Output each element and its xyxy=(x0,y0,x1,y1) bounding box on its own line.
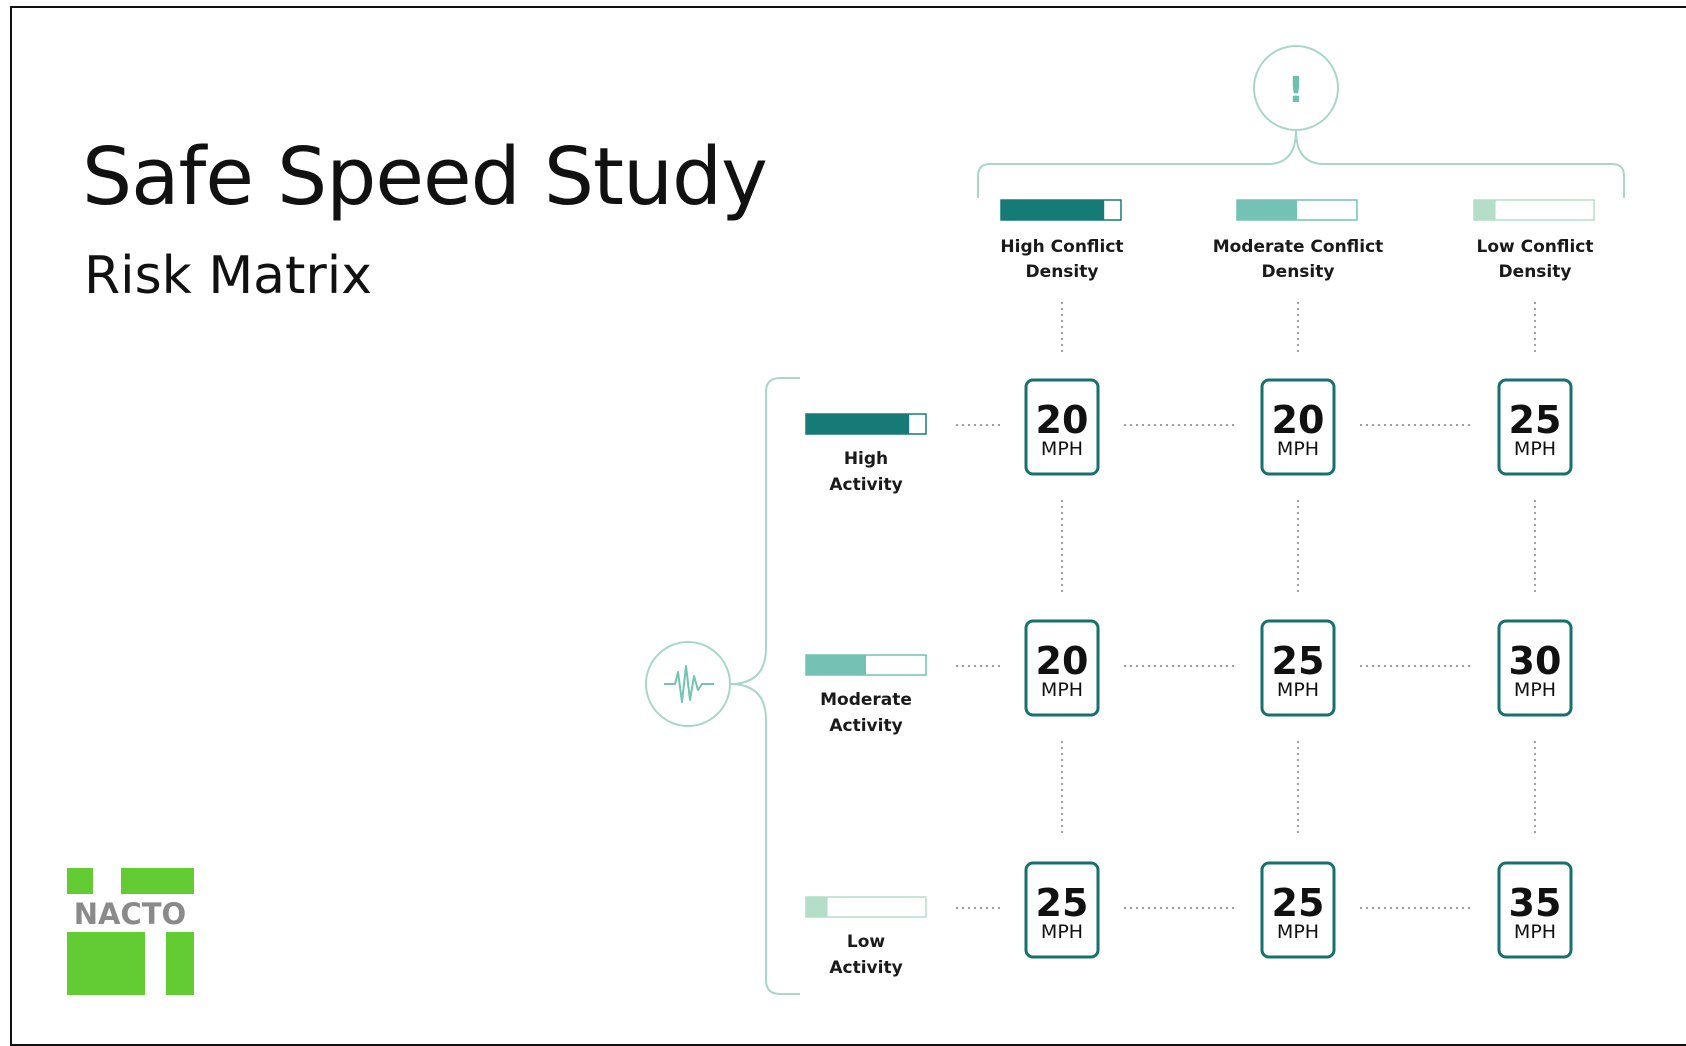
top-bracket-left xyxy=(977,129,1297,198)
speed-unit: MPH xyxy=(1041,679,1083,701)
nacto-logo: NACTO xyxy=(67,868,194,995)
activity-level-bar-fill xyxy=(806,897,828,917)
column-headers: High Conflict Density Moderate Conflict Den… xyxy=(1000,199,1595,282)
speed-limit-sign: 20MPH xyxy=(1260,378,1336,476)
speed-limit-sign: 25MPH xyxy=(1497,378,1573,476)
speed-limit-sign: 25MPH xyxy=(1260,861,1336,959)
logo-block xyxy=(166,932,194,995)
conflict-level-bar-fill xyxy=(1237,200,1297,220)
exclamation-icon: ! xyxy=(1253,45,1339,131)
speed-unit: MPH xyxy=(1514,921,1556,943)
speed-value: 20 xyxy=(1272,398,1325,442)
speed-limit-sign: 35MPH xyxy=(1497,861,1573,959)
column-label-line2: Density xyxy=(1499,262,1572,282)
column-label-line2: Density xyxy=(1026,262,1099,282)
row-label-line2: Activity xyxy=(829,958,902,978)
row-label-line2: Activity xyxy=(829,716,902,736)
activity-level-bar-fill xyxy=(806,414,910,434)
row-label-line2: Activity xyxy=(829,475,902,495)
row-headers: High Activity Moderate Activity Low Activity xyxy=(805,413,927,978)
connector-lines xyxy=(729,129,1625,995)
logo-wordmark: NACTO xyxy=(74,897,186,931)
risk-matrix-diagram: ! High Conflict Density Moderate Conflict D… xyxy=(67,45,1625,995)
speed-value: 35 xyxy=(1509,881,1562,925)
conflict-level-bar-fill xyxy=(1474,200,1496,220)
activity-wave-icon xyxy=(645,641,731,727)
logo-block xyxy=(121,868,194,894)
left-bracket-top xyxy=(729,377,800,685)
speed-unit: MPH xyxy=(1041,921,1083,943)
speed-limit-sign: 20MPH xyxy=(1024,619,1100,717)
logo-block xyxy=(67,932,145,995)
speed-unit: MPH xyxy=(1514,679,1556,701)
speed-value: 20 xyxy=(1036,398,1089,442)
row-label-line1: High xyxy=(844,449,888,469)
row-label-line1: Low xyxy=(847,932,886,952)
top-bracket-right xyxy=(1295,129,1625,198)
column-label-line1: Moderate Conflict xyxy=(1213,237,1384,257)
speed-limit-sign: 20MPH xyxy=(1024,378,1100,476)
speed-limit-sign: 30MPH xyxy=(1497,619,1573,717)
speed-unit: MPH xyxy=(1514,438,1556,460)
speed-value: 25 xyxy=(1509,398,1562,442)
speed-value: 25 xyxy=(1272,639,1325,683)
speed-value: 25 xyxy=(1036,881,1089,925)
speed-value: 25 xyxy=(1272,881,1325,925)
activity-level-bar-fill xyxy=(806,655,866,675)
speed-value: 20 xyxy=(1036,639,1089,683)
speed-limit-sign: 25MPH xyxy=(1260,619,1336,717)
column-label-line2: Density xyxy=(1262,262,1335,282)
speed-unit: MPH xyxy=(1277,438,1319,460)
exclamation-icon-glyph: ! xyxy=(1288,70,1304,111)
logo-block xyxy=(67,868,93,894)
speed-matrix: 20MPH20MPH25MPH20MPH25MPH30MPH25MPH25MPH… xyxy=(1024,378,1573,959)
speed-unit: MPH xyxy=(1277,921,1319,943)
row-label-line1: Moderate xyxy=(820,690,912,710)
speed-value: 30 xyxy=(1509,639,1562,683)
left-bracket-bottom xyxy=(729,683,800,995)
speed-limit-sign: 25MPH xyxy=(1024,861,1100,959)
conflict-level-bar-fill xyxy=(1001,200,1105,220)
speed-unit: MPH xyxy=(1277,679,1319,701)
speed-unit: MPH xyxy=(1041,438,1083,460)
column-label-line1: Low Conflict xyxy=(1476,237,1593,257)
column-label-line1: High Conflict xyxy=(1000,237,1123,257)
